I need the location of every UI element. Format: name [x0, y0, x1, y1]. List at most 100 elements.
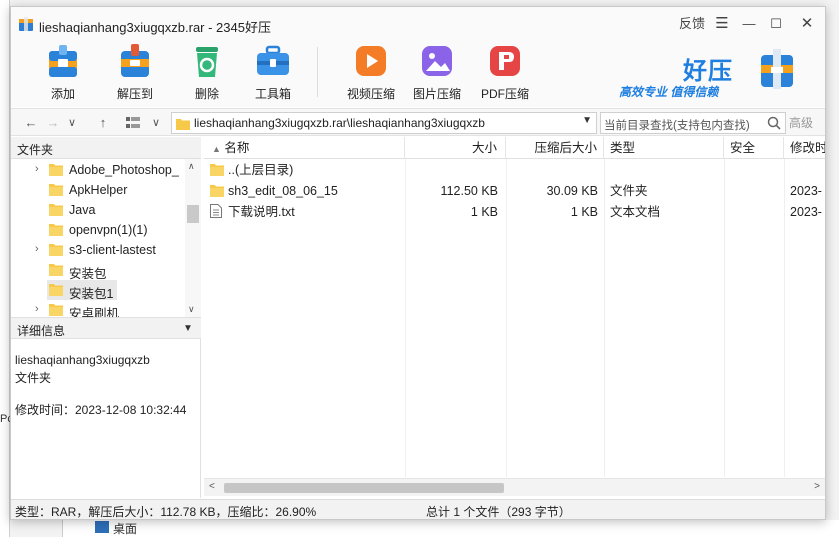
add-label: 添加: [50, 87, 75, 101]
detail-info: lieshaqianhang3xiugqxzb 文件夹: [15, 351, 150, 387]
tree-item[interactable]: openvpn(1)(1): [11, 220, 185, 240]
pdf-icon: [485, 41, 525, 81]
path-input[interactable]: lieshaqianhang3xiugqxzb.rar\lieshaqianha…: [171, 112, 597, 134]
folder-icon: [210, 183, 224, 204]
maximize-button[interactable]: ☐: [765, 13, 787, 35]
recycle-bin-icon: [187, 41, 227, 81]
toolbox-icon: [253, 41, 293, 81]
column-security[interactable]: 安全: [724, 137, 784, 159]
detail-name: lieshaqianhang3xiugqxzb: [15, 353, 150, 367]
tree-item[interactable]: ApkHelper: [11, 180, 185, 200]
toolbox-label: 工具箱: [254, 87, 291, 101]
scroll-right-icon[interactable]: >: [814, 481, 820, 492]
file-type: 文本文档: [610, 205, 661, 219]
image-icon: [417, 41, 457, 81]
column-packed-size[interactable]: 压缩后大小: [506, 137, 604, 159]
forward-arrow-icon[interactable]: →: [43, 113, 63, 133]
folder-panel-title: 文件夹: [17, 143, 54, 157]
brand-logo-icon: [761, 49, 793, 89]
search-input[interactable]: 当前目录查找(支持包内查找): [600, 112, 786, 134]
file-modified: 2023-: [790, 205, 822, 219]
history-dropdown-icon[interactable]: ∨: [65, 113, 79, 133]
sort-asc-icon: ▲: [212, 144, 221, 154]
detail-panel-title: 详细信息: [17, 324, 66, 338]
close-button[interactable]: ✕: [796, 13, 818, 35]
delete-label: 删除: [194, 87, 219, 101]
folder-icon: [49, 202, 63, 219]
file-row[interactable]: sh3_edit_08_06_15 112.50 KB 30.09 KB 文件夹 202…: [204, 181, 825, 202]
feedback-button[interactable]: 反馈: [677, 13, 707, 35]
tree-item-label: ApkHelper: [69, 183, 128, 197]
tree-item[interactable]: › Adobe_Photoshop_: [11, 160, 185, 180]
tree-item-label: Java: [69, 203, 96, 217]
image-compress-button[interactable]: 图片压缩: [407, 41, 467, 103]
expand-arrow-icon[interactable]: ›: [35, 243, 39, 255]
app-icon: [18, 16, 34, 32]
folder-icon: [49, 242, 63, 259]
text-file-icon: [210, 204, 222, 225]
extract-icon: [115, 41, 155, 81]
expand-arrow-icon[interactable]: ›: [35, 163, 39, 175]
column-type[interactable]: 类型: [604, 137, 724, 159]
folder-icon: [49, 262, 63, 279]
delete-button[interactable]: 删除: [177, 41, 237, 103]
folder-icon: [176, 117, 190, 133]
search-placeholder: 当前目录查找(支持包内查找): [604, 120, 750, 132]
file-row[interactable]: ..(上层目录): [204, 160, 825, 181]
folder-icon: [210, 162, 224, 183]
address-bar: ← → ∨ ↑ ∨ lieshaqianhang3xiugqxzb.rar\li…: [11, 108, 825, 136]
extract-to-button[interactable]: 解压到: [105, 41, 165, 103]
toolbar-separator: [317, 47, 318, 97]
add-button[interactable]: 添加: [33, 41, 93, 103]
file-size: 112.50 KB: [440, 184, 498, 198]
file-type: 文件夹: [610, 184, 648, 198]
pdf-compress-label: PDF压缩: [480, 87, 529, 101]
desktop-icon: [95, 521, 109, 533]
tree-item[interactable]: › s3-client-lastest: [11, 240, 185, 260]
tree-item-label: s3-client-lastest: [69, 243, 156, 257]
column-modified[interactable]: 修改时: [784, 137, 825, 159]
toolbox-button[interactable]: 工具箱: [243, 41, 303, 103]
file-modified: [790, 160, 825, 181]
scroll-thumb[interactable]: [187, 205, 199, 223]
scroll-left-icon[interactable]: <: [209, 481, 215, 492]
path-dropdown-icon[interactable]: ▼: [582, 115, 592, 126]
column-size[interactable]: 大小: [405, 137, 506, 159]
folder-panel: 文件夹 › Adobe_Photoshop_ ApkHelper Java openvp…: [11, 137, 201, 498]
folder-panel-header: 文件夹: [11, 137, 201, 159]
menu-icon[interactable]: ☰: [712, 13, 732, 35]
folder-tree-scrollbar[interactable]: ∧ ∨: [185, 159, 201, 317]
scroll-up-icon[interactable]: ∧: [188, 161, 195, 172]
tree-item[interactable]: › 安卓刷机: [11, 300, 185, 317]
tree-item[interactable]: 安装包: [11, 260, 185, 281]
view-mode-icon[interactable]: [123, 113, 143, 133]
advanced-search-button[interactable]: 高级: [789, 113, 813, 133]
detail-panel-header[interactable]: 详细信息 ▼: [11, 317, 201, 339]
view-mode-dropdown-icon[interactable]: ∨: [149, 113, 163, 133]
tree-item[interactable]: 安装包1: [11, 280, 185, 301]
video-compress-button[interactable]: 视频压缩: [341, 41, 401, 103]
file-row[interactable]: 下载说明.txt 1 KB 1 KB 文本文档 2023-: [204, 202, 825, 223]
collapse-icon[interactable]: ▼: [183, 323, 193, 334]
column-name[interactable]: ▲ 名称: [204, 137, 405, 159]
horizontal-scrollbar[interactable]: < >: [204, 478, 825, 496]
minimize-button[interactable]: —: [738, 13, 760, 35]
brand-banner: 好压 高效专业 值得信赖: [617, 47, 817, 103]
file-size: 1 KB: [470, 205, 498, 219]
file-list-header: ▲ 名称 大小 压缩后大小 类型 安全 修改时: [204, 137, 825, 159]
file-modified: 2023-: [790, 184, 822, 198]
up-arrow-icon[interactable]: ↑: [93, 113, 113, 133]
tree-item[interactable]: Java: [11, 200, 185, 220]
scroll-down-icon[interactable]: ∨: [188, 304, 195, 315]
background-window-edge: [0, 0, 10, 537]
video-compress-label: 视频压缩: [346, 87, 395, 101]
back-arrow-icon[interactable]: ←: [21, 113, 41, 133]
pdf-compress-button[interactable]: PDF压缩: [475, 41, 535, 103]
expand-arrow-icon[interactable]: ›: [35, 303, 39, 315]
horizontal-scroll-thumb[interactable]: [224, 483, 504, 493]
window-title: lieshaqianhang3xiugqxzb.rar - 2345好压: [39, 20, 271, 35]
image-compress-label: 图片压缩: [412, 87, 461, 101]
path-text: lieshaqianhang3xiugqxzb.rar\lieshaqianha…: [194, 116, 485, 130]
file-name: 下载说明.txt: [228, 205, 295, 219]
search-icon[interactable]: [767, 116, 781, 133]
